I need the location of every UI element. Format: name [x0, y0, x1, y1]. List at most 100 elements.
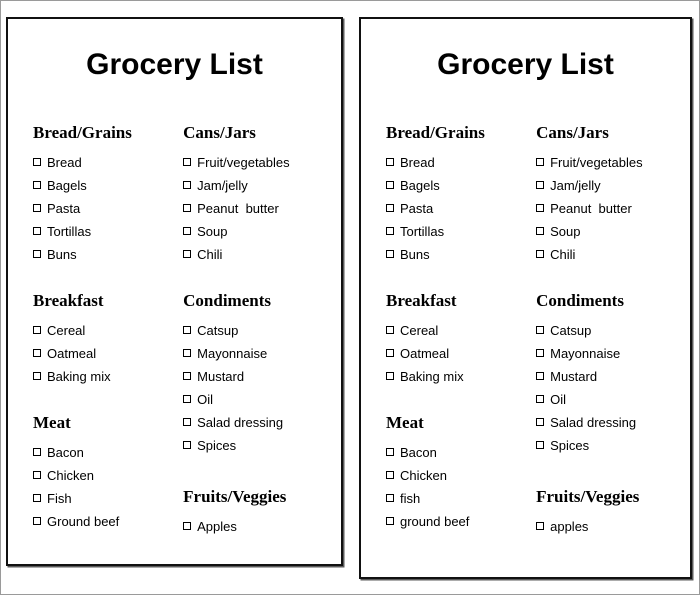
checkbox-unchecked-icon[interactable]: [183, 181, 192, 189]
checkbox-unchecked-icon[interactable]: [33, 372, 41, 380]
list-item[interactable]: Pasta: [33, 197, 170, 220]
list-item[interactable]: Soup: [536, 220, 690, 243]
checkbox-unchecked-icon[interactable]: [183, 372, 192, 380]
list-item[interactable]: ground beef: [386, 510, 523, 533]
checkbox-unchecked-icon[interactable]: [386, 349, 394, 357]
checkbox-unchecked-icon[interactable]: [183, 227, 192, 235]
checkbox-unchecked-icon[interactable]: [536, 522, 545, 530]
list-item-label: Peanut butter: [197, 201, 279, 216]
list-item[interactable]: Chicken: [33, 464, 170, 487]
checkbox-unchecked-icon[interactable]: [536, 441, 545, 449]
checkbox-unchecked-icon[interactable]: [183, 418, 192, 426]
checkbox-unchecked-icon[interactable]: [183, 349, 192, 357]
checkbox-unchecked-icon[interactable]: [33, 227, 41, 235]
checkbox-unchecked-icon[interactable]: [33, 494, 41, 502]
checkbox-unchecked-icon[interactable]: [386, 326, 394, 334]
checkbox-unchecked-icon[interactable]: [386, 471, 394, 479]
list-item[interactable]: Pasta: [386, 197, 523, 220]
list-item[interactable]: Fruit/vegetables: [536, 151, 690, 174]
checkbox-unchecked-icon[interactable]: [183, 395, 192, 403]
list-item[interactable]: Mustard: [536, 365, 690, 388]
list-item[interactable]: Fish: [33, 487, 170, 510]
list-item[interactable]: Buns: [33, 243, 170, 266]
checkbox-unchecked-icon[interactable]: [386, 250, 394, 258]
checkbox-unchecked-icon[interactable]: [386, 158, 394, 166]
list-item[interactable]: Soup: [183, 220, 341, 243]
checkbox-unchecked-icon[interactable]: [536, 418, 545, 426]
list-item[interactable]: Cereal: [33, 319, 170, 342]
list-item[interactable]: Spices: [536, 434, 690, 457]
list-item[interactable]: Cereal: [386, 319, 523, 342]
checkbox-unchecked-icon[interactable]: [536, 181, 545, 189]
checkbox-unchecked-icon[interactable]: [536, 349, 545, 357]
list-item[interactable]: Buns: [386, 243, 523, 266]
list-item[interactable]: Bagels: [33, 174, 170, 197]
checkbox-unchecked-icon[interactable]: [386, 517, 394, 525]
list-item[interactable]: Bacon: [33, 441, 170, 464]
list-item[interactable]: Mayonnaise: [536, 342, 690, 365]
checkbox-unchecked-icon[interactable]: [33, 204, 41, 212]
checkbox-unchecked-icon[interactable]: [33, 349, 41, 357]
list-item[interactable]: apples: [536, 515, 690, 538]
checkbox-unchecked-icon[interactable]: [183, 326, 192, 334]
list-item[interactable]: Catsup: [183, 319, 341, 342]
list-item[interactable]: Bagels: [386, 174, 523, 197]
checkbox-unchecked-icon[interactable]: [33, 250, 41, 258]
checkbox-unchecked-icon[interactable]: [183, 158, 192, 166]
list-item[interactable]: Oatmeal: [33, 342, 170, 365]
list-item[interactable]: Tortillas: [386, 220, 523, 243]
checkbox-unchecked-icon[interactable]: [183, 204, 192, 212]
checkbox-unchecked-icon[interactable]: [386, 204, 394, 212]
list-item[interactable]: Salad dressing: [536, 411, 690, 434]
checkbox-unchecked-icon[interactable]: [536, 250, 545, 258]
checkbox-unchecked-icon[interactable]: [33, 158, 41, 166]
list-item[interactable]: Tortillas: [33, 220, 170, 243]
list-item[interactable]: Chili: [183, 243, 341, 266]
checkbox-unchecked-icon[interactable]: [386, 372, 394, 380]
list-item[interactable]: Chili: [536, 243, 690, 266]
list-item[interactable]: Mustard: [183, 365, 341, 388]
checkbox-unchecked-icon[interactable]: [33, 326, 41, 334]
checkbox-unchecked-icon[interactable]: [536, 204, 545, 212]
list-item[interactable]: Bacon: [386, 441, 523, 464]
checkbox-unchecked-icon[interactable]: [183, 441, 192, 449]
list-item[interactable]: Chicken: [386, 464, 523, 487]
list-item[interactable]: Bread: [33, 151, 170, 174]
list-item[interactable]: Fruit/vegetables: [183, 151, 341, 174]
checkbox-unchecked-icon[interactable]: [536, 372, 545, 380]
checkbox-unchecked-icon[interactable]: [536, 395, 545, 403]
list-item[interactable]: Jam/jelly: [183, 174, 341, 197]
list-item[interactable]: Jam/jelly: [536, 174, 690, 197]
checkbox-unchecked-icon[interactable]: [386, 181, 394, 189]
checkbox-unchecked-icon[interactable]: [536, 158, 545, 166]
list-item[interactable]: Oatmeal: [386, 342, 523, 365]
list-item[interactable]: Salad dressing: [183, 411, 341, 434]
checkbox-unchecked-icon[interactable]: [183, 250, 192, 258]
list-item[interactable]: Peanut butter: [183, 197, 341, 220]
list-item[interactable]: Bread: [386, 151, 523, 174]
checkbox-unchecked-icon[interactable]: [33, 181, 41, 189]
checkbox-unchecked-icon[interactable]: [33, 517, 41, 525]
list-item[interactable]: Oil: [183, 388, 341, 411]
list-item[interactable]: Baking mix: [386, 365, 523, 388]
checkbox-unchecked-icon[interactable]: [386, 448, 394, 456]
checkbox-unchecked-icon[interactable]: [183, 522, 192, 530]
list-item-label: Chicken: [400, 468, 447, 483]
checkbox-unchecked-icon[interactable]: [386, 494, 394, 502]
checkbox-unchecked-icon[interactable]: [536, 227, 545, 235]
list-item[interactable]: Oil: [536, 388, 690, 411]
list-item[interactable]: Apples: [183, 515, 341, 538]
list-item[interactable]: Spices: [183, 434, 341, 457]
list-item[interactable]: Peanut butter: [536, 197, 690, 220]
list-item[interactable]: fish: [386, 487, 523, 510]
checkbox-unchecked-icon[interactable]: [386, 227, 394, 235]
list-item[interactable]: Ground beef: [33, 510, 170, 533]
checkbox-unchecked-icon[interactable]: [33, 448, 41, 456]
list-item[interactable]: Baking mix: [33, 365, 170, 388]
checkbox-unchecked-icon[interactable]: [536, 326, 545, 334]
section-breakfast: Breakfast Cereal Oatmeal Baking mix: [33, 291, 170, 388]
checkbox-unchecked-icon[interactable]: [33, 471, 41, 479]
list-item[interactable]: Catsup: [536, 319, 690, 342]
list-item-label: Soup: [550, 224, 581, 239]
list-item[interactable]: Mayonnaise: [183, 342, 341, 365]
